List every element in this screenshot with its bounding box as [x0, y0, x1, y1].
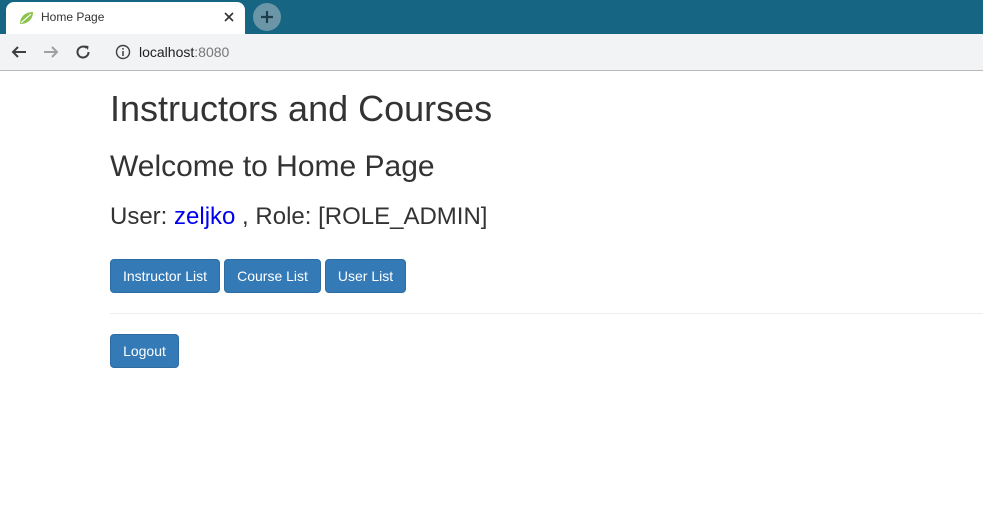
new-tab-button[interactable]: [253, 3, 281, 31]
page-title: Instructors and Courses: [110, 88, 493, 129]
username: zeljko: [174, 203, 236, 230]
user-info: User: zeljko , Role: [ROLE_ADMIN]: [110, 203, 487, 231]
user-list-button[interactable]: User List: [325, 259, 406, 293]
role-text: , Role: [ROLE_ADMIN]: [242, 203, 488, 230]
tab-home-page[interactable]: Home Page: [6, 2, 245, 34]
tab-title: Home Page: [41, 10, 105, 24]
back-button[interactable]: [8, 41, 30, 63]
tab-strip: Home Page: [0, 0, 983, 34]
instructor-list-button[interactable]: Instructor List: [110, 259, 220, 293]
arrow-left-icon: [11, 46, 26, 58]
close-icon[interactable]: [220, 8, 238, 26]
url-host: localhost: [139, 44, 195, 60]
address-bar[interactable]: localhost:8080: [139, 44, 229, 60]
course-list-button[interactable]: Course List: [224, 259, 321, 293]
welcome-heading: Welcome to Home Page: [110, 150, 435, 183]
divider: [110, 313, 983, 314]
info-icon[interactable]: [115, 44, 131, 60]
url-port: :8080: [194, 44, 230, 60]
page-content: Instructors and Courses Welcome to Home …: [0, 71, 983, 529]
browser-window: Home Page localhost:8080 Instructors and…: [0, 0, 983, 529]
reload-button[interactable]: [72, 41, 94, 63]
forward-button[interactable]: [40, 41, 62, 63]
browser-toolbar: localhost:8080: [0, 34, 983, 71]
reload-icon: [76, 45, 90, 59]
logout-button[interactable]: Logout: [110, 334, 179, 368]
user-label: User:: [110, 203, 168, 230]
plus-icon: [261, 11, 273, 23]
arrow-right-icon: [44, 46, 59, 58]
spring-leaf-icon: [17, 9, 35, 27]
